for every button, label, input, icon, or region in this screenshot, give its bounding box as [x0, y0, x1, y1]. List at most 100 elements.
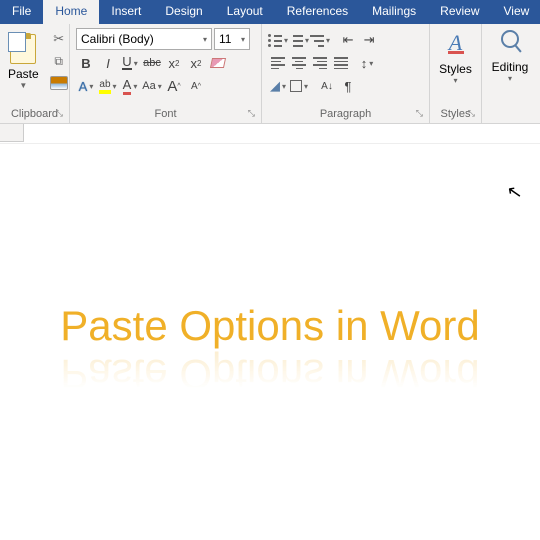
- document-title-text: Paste Options in Word: [0, 302, 540, 350]
- tab-mailings[interactable]: Mailings: [360, 0, 428, 24]
- chevron-down-icon: ▾: [89, 82, 93, 91]
- chevron-down-icon: ▾: [282, 82, 286, 91]
- chevron-down-icon: ▼: [19, 81, 27, 90]
- show-marks-button[interactable]: ¶: [338, 76, 358, 96]
- paste-button[interactable]: Paste ▼: [4, 26, 43, 107]
- numbering-button[interactable]: ▾: [289, 30, 309, 50]
- editing-button[interactable]: Editing ▾: [484, 26, 537, 107]
- styles-label: Styles: [439, 62, 472, 76]
- chevron-down-icon: ▾: [113, 82, 117, 91]
- font-name-combo[interactable]: Calibri (Body) ▾: [76, 28, 212, 50]
- document-page[interactable]: Paste Options in Word Paste Options in W…: [0, 144, 540, 540]
- justify-icon: [334, 57, 348, 69]
- dialog-launcher-icon[interactable]: ⤡: [56, 106, 63, 121]
- chevron-down-icon: ▾: [369, 59, 373, 68]
- tab-layout[interactable]: Layout: [215, 0, 275, 24]
- tab-home[interactable]: Home: [43, 0, 99, 24]
- sort-button[interactable]: A↓: [317, 76, 337, 96]
- group-editing: Editing ▾: [482, 24, 538, 123]
- paste-icon: [8, 30, 38, 64]
- ribbon: Paste ▼ ✂ ⧉ Clipboard⤡: [0, 24, 540, 124]
- align-right-icon: [313, 57, 327, 69]
- chevron-down-icon: ▾: [453, 76, 457, 85]
- italic-button[interactable]: I: [98, 53, 118, 73]
- dialog-launcher-icon[interactable]: ⤡: [416, 106, 423, 121]
- editing-label: Editing: [492, 60, 529, 74]
- tab-insert[interactable]: Insert: [99, 0, 153, 24]
- dialog-launcher-icon[interactable]: ⤡: [248, 106, 255, 121]
- underline-button[interactable]: U▾: [120, 53, 140, 73]
- pilcrow-icon: ¶: [345, 79, 352, 94]
- font-size-combo[interactable]: 11 ▾: [214, 28, 250, 50]
- group-font-label: Font: [154, 108, 176, 120]
- tab-view[interactable]: View: [492, 0, 540, 24]
- chevron-down-icon: ▾: [326, 36, 330, 45]
- group-font: Calibri (Body) ▾ 11 ▾ B I U▾ abc x2 x2: [70, 24, 262, 123]
- font-name-value: Calibri (Body): [81, 32, 154, 46]
- dialog-launcher-icon[interactable]: ⤡: [468, 106, 475, 121]
- chevron-down-icon: ▾: [134, 59, 138, 68]
- multilevel-list-button[interactable]: ▾: [310, 30, 330, 50]
- increase-indent-button[interactable]: ⇥: [359, 30, 379, 50]
- styles-button[interactable]: A Styles ▾: [431, 26, 480, 107]
- clear-formatting-button[interactable]: [208, 53, 228, 73]
- decrease-indent-button[interactable]: ⇤: [338, 30, 358, 50]
- group-clipboard-label: Clipboard: [11, 108, 58, 120]
- align-left-button[interactable]: [268, 53, 288, 73]
- text-effects-button[interactable]: A▾: [76, 76, 96, 96]
- grow-font-button[interactable]: A^: [164, 76, 184, 96]
- change-case-button[interactable]: Aa▾: [142, 76, 162, 96]
- tab-review[interactable]: Review: [428, 0, 491, 24]
- eraser-icon: [210, 58, 226, 68]
- chevron-down-icon: ▾: [133, 82, 137, 91]
- group-clipboard: Paste ▼ ✂ ⧉ Clipboard⤡: [0, 24, 70, 123]
- numbering-icon: [289, 33, 303, 47]
- chevron-down-icon: ▾: [158, 82, 162, 91]
- group-paragraph-label: Paragraph: [320, 108, 371, 120]
- align-center-icon: [292, 57, 306, 69]
- sort-icon: A↓: [321, 81, 333, 92]
- chevron-down-icon: ▾: [203, 35, 207, 44]
- line-spacing-button[interactable]: ↕▾: [357, 53, 377, 73]
- chevron-down-icon: ▾: [508, 74, 512, 83]
- format-painter-icon: [50, 76, 68, 90]
- highlight-button[interactable]: ab▾: [98, 76, 118, 96]
- multilevel-icon: [310, 33, 324, 47]
- shrink-font-button[interactable]: A^: [186, 76, 206, 96]
- copy-button[interactable]: ⧉: [49, 52, 69, 70]
- document-title-reflection: Paste Options in Word: [0, 350, 540, 398]
- group-styles: A Styles ▾ Styles⤡: [430, 24, 482, 123]
- borders-button[interactable]: ▾: [289, 76, 309, 96]
- align-left-icon: [271, 57, 285, 69]
- chevron-down-icon: ▾: [241, 35, 245, 44]
- line-spacing-icon: ↕: [361, 56, 368, 71]
- tab-design[interactable]: Design: [153, 0, 214, 24]
- outdent-icon: ⇤: [343, 32, 354, 48]
- group-styles-label: Styles: [441, 108, 471, 120]
- paint-bucket-icon: ◢: [270, 78, 280, 94]
- chevron-down-icon: ▾: [305, 36, 309, 45]
- styles-icon: A: [449, 30, 462, 56]
- ruler: [0, 124, 540, 144]
- bullets-icon: [268, 33, 282, 47]
- scissors-icon: ✂: [53, 31, 64, 47]
- bold-button[interactable]: B: [76, 53, 96, 73]
- format-painter-button[interactable]: [49, 74, 69, 92]
- strikethrough-button[interactable]: abc: [142, 53, 162, 73]
- shading-button[interactable]: ◢▾: [268, 76, 288, 96]
- chevron-down-icon: ▾: [304, 82, 308, 91]
- copy-icon: ⧉: [54, 54, 63, 69]
- align-right-button[interactable]: [310, 53, 330, 73]
- search-icon: [501, 30, 519, 48]
- font-color-button[interactable]: A▾: [120, 76, 140, 96]
- cut-button[interactable]: ✂: [49, 30, 69, 48]
- subscript-button[interactable]: x2: [164, 53, 184, 73]
- group-paragraph: ▾ ▾ ▾: [262, 24, 430, 123]
- bullets-button[interactable]: ▾: [268, 30, 288, 50]
- align-center-button[interactable]: [289, 53, 309, 73]
- borders-icon: [290, 80, 302, 92]
- superscript-button[interactable]: x2: [186, 53, 206, 73]
- tab-references[interactable]: References: [275, 0, 360, 24]
- justify-button[interactable]: [331, 53, 351, 73]
- tab-file[interactable]: File: [0, 0, 43, 24]
